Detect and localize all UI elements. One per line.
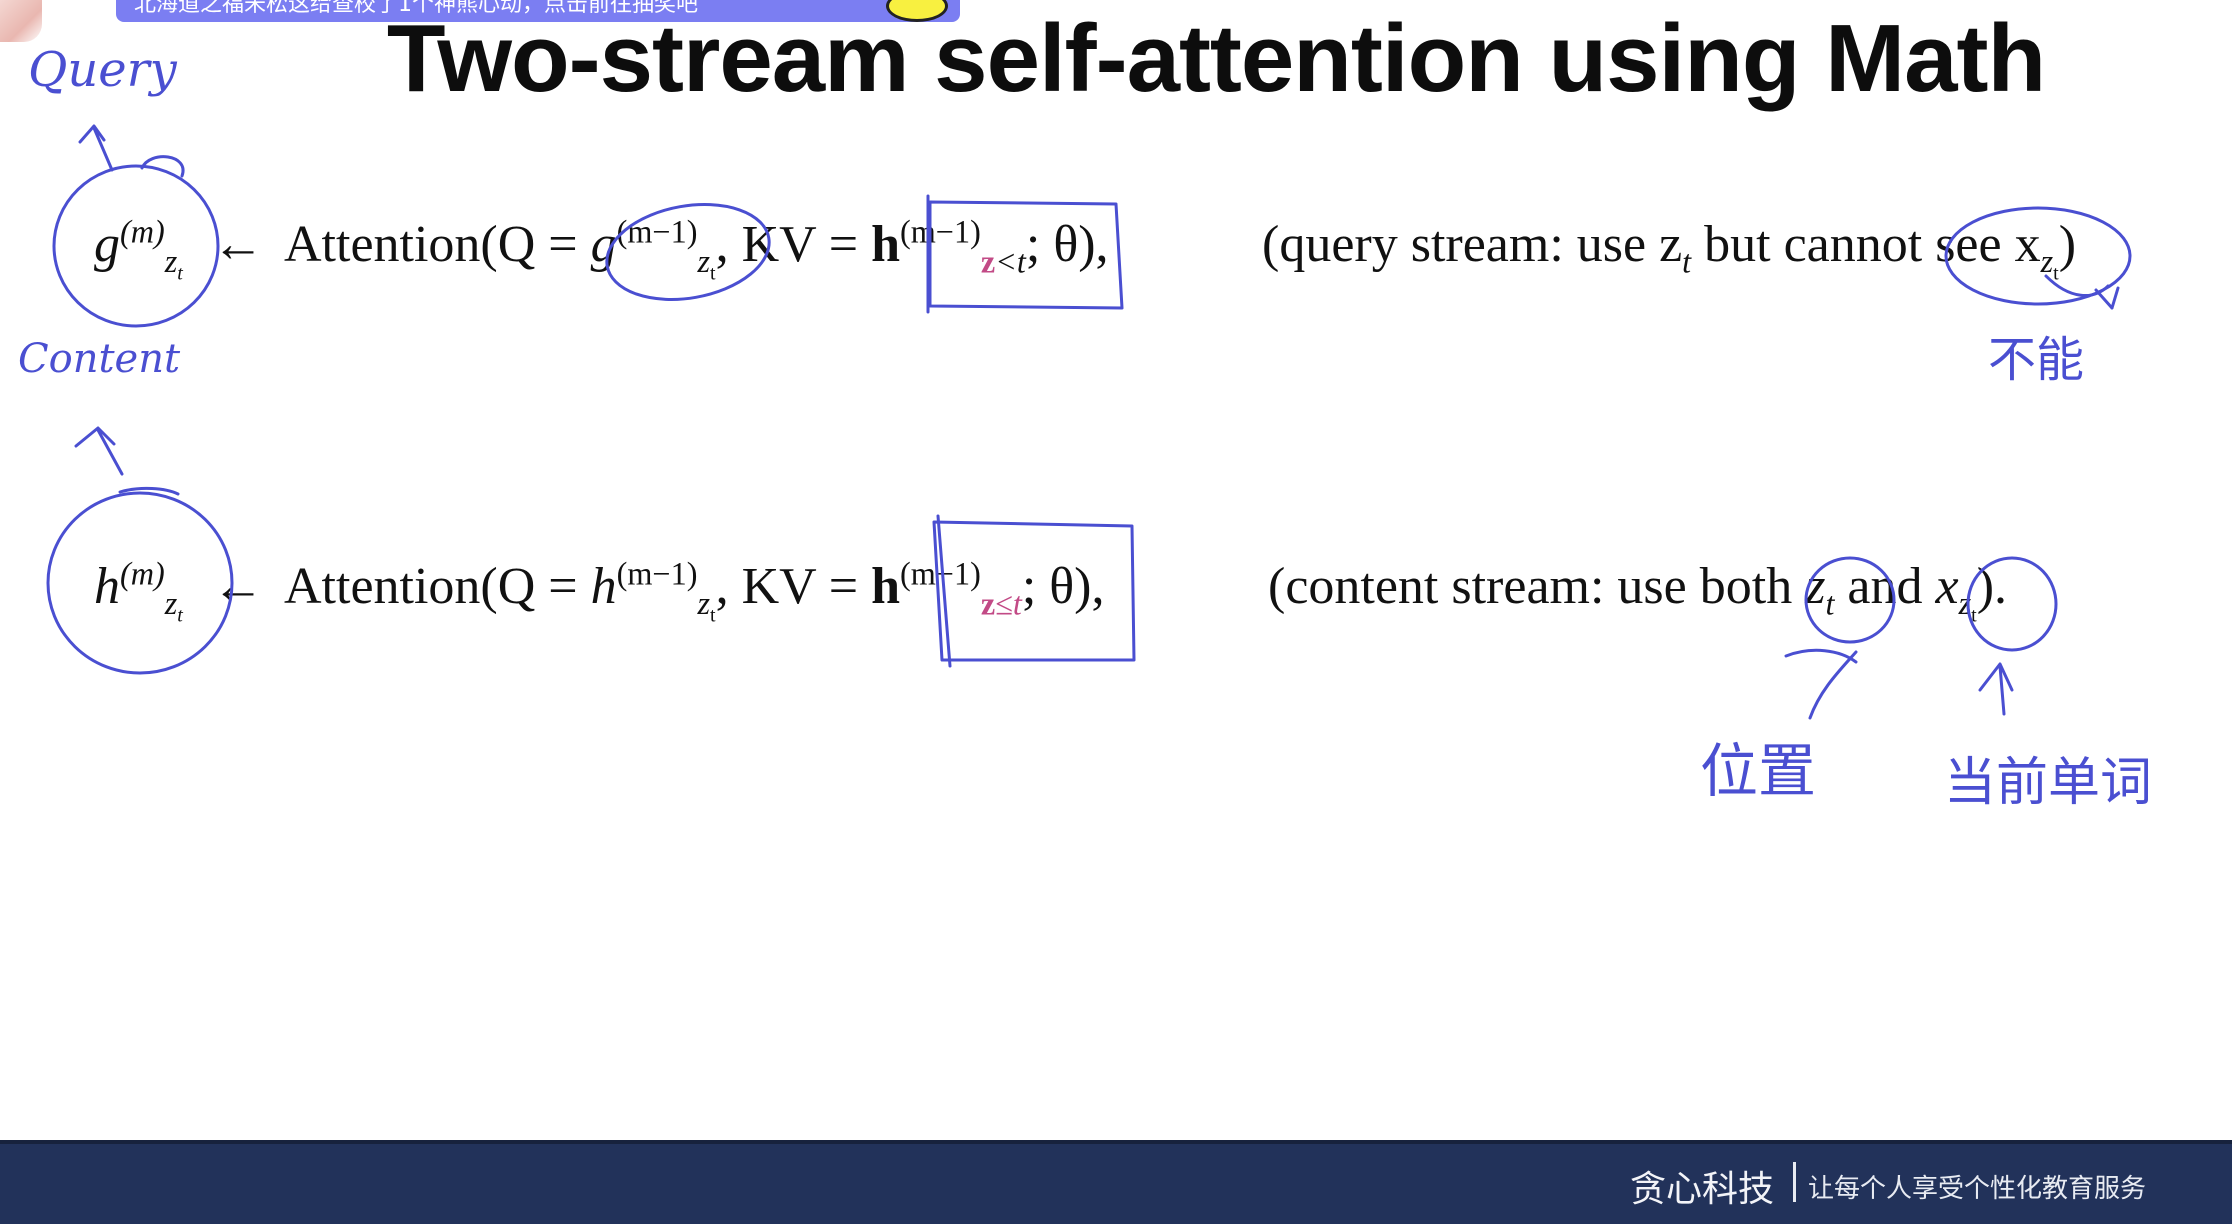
content-up-arrow xyxy=(74,426,124,476)
slide-canvas: 北海道之福未松这给查校了1个神熊心动，点击前往抽奖吧 Two-stream se… xyxy=(0,0,2232,1224)
position-handwritten-label: 位置 xyxy=(1700,737,1817,805)
cannot-handwritten-label: 不能 xyxy=(1988,332,2085,388)
content-kv-box xyxy=(932,514,1136,668)
query-kv-box xyxy=(926,194,1124,314)
word-handwritten-label: 当前单词 xyxy=(1944,753,2153,813)
position-circle xyxy=(1804,556,1896,644)
footer-bar: 贪心科技 让每个人享受个性化教育服务 xyxy=(0,1140,2232,1224)
content-lhs-circle xyxy=(46,491,234,675)
word-circle xyxy=(1966,556,2058,652)
query-input-circle xyxy=(605,203,771,301)
position-arrow xyxy=(1784,648,1858,720)
query-lhs-circle xyxy=(52,164,220,328)
footer-slogan: 让每个人享受个性化教育服务 xyxy=(1808,1174,2147,1204)
pen-annotations xyxy=(46,124,2132,720)
footer-divider xyxy=(1793,1162,1796,1202)
content-handwritten-label: Content xyxy=(18,336,181,382)
query-handwritten-label: Query xyxy=(28,42,177,98)
word-arrow xyxy=(1978,662,2014,716)
footer-brand: 贪心科技 xyxy=(1630,1169,1775,1210)
query-up-arrow xyxy=(78,124,114,172)
